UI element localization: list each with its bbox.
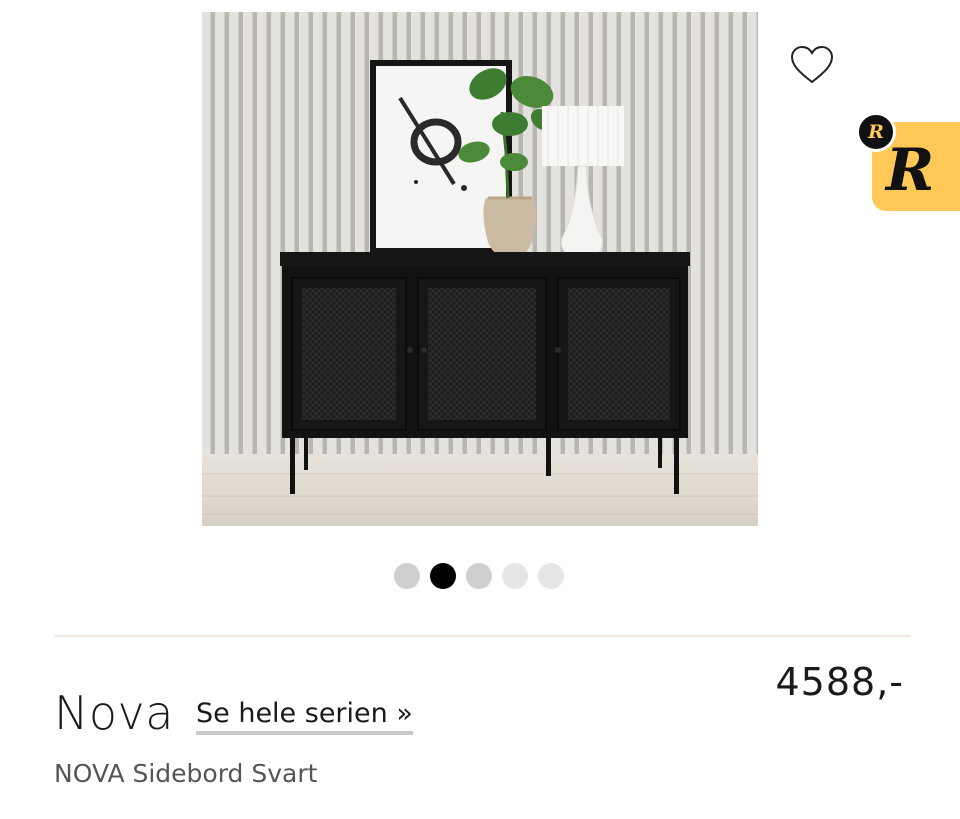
- brand-name: Nova: [54, 686, 174, 740]
- heart-outline-icon: [790, 45, 834, 84]
- carousel-dots: [394, 562, 564, 590]
- divider: [54, 635, 911, 637]
- carousel-dot[interactable]: [502, 563, 528, 589]
- carousel-dot[interactable]: [538, 563, 564, 589]
- badge-big-logo: R: [886, 136, 935, 204]
- carousel-dot[interactable]: [466, 563, 492, 589]
- wishlist-button[interactable]: [789, 44, 835, 86]
- product-name: NOVA Sidebord Svart: [54, 759, 318, 788]
- carousel-dot[interactable]: [394, 563, 420, 589]
- carousel-dot-active[interactable]: [430, 563, 456, 589]
- product-photo: [202, 12, 758, 526]
- rewards-badge[interactable]: R R: [856, 112, 960, 212]
- product-price: 4588,-: [775, 660, 904, 704]
- see-series-link[interactable]: Se hele serien »: [196, 698, 413, 735]
- product-image[interactable]: [202, 12, 758, 526]
